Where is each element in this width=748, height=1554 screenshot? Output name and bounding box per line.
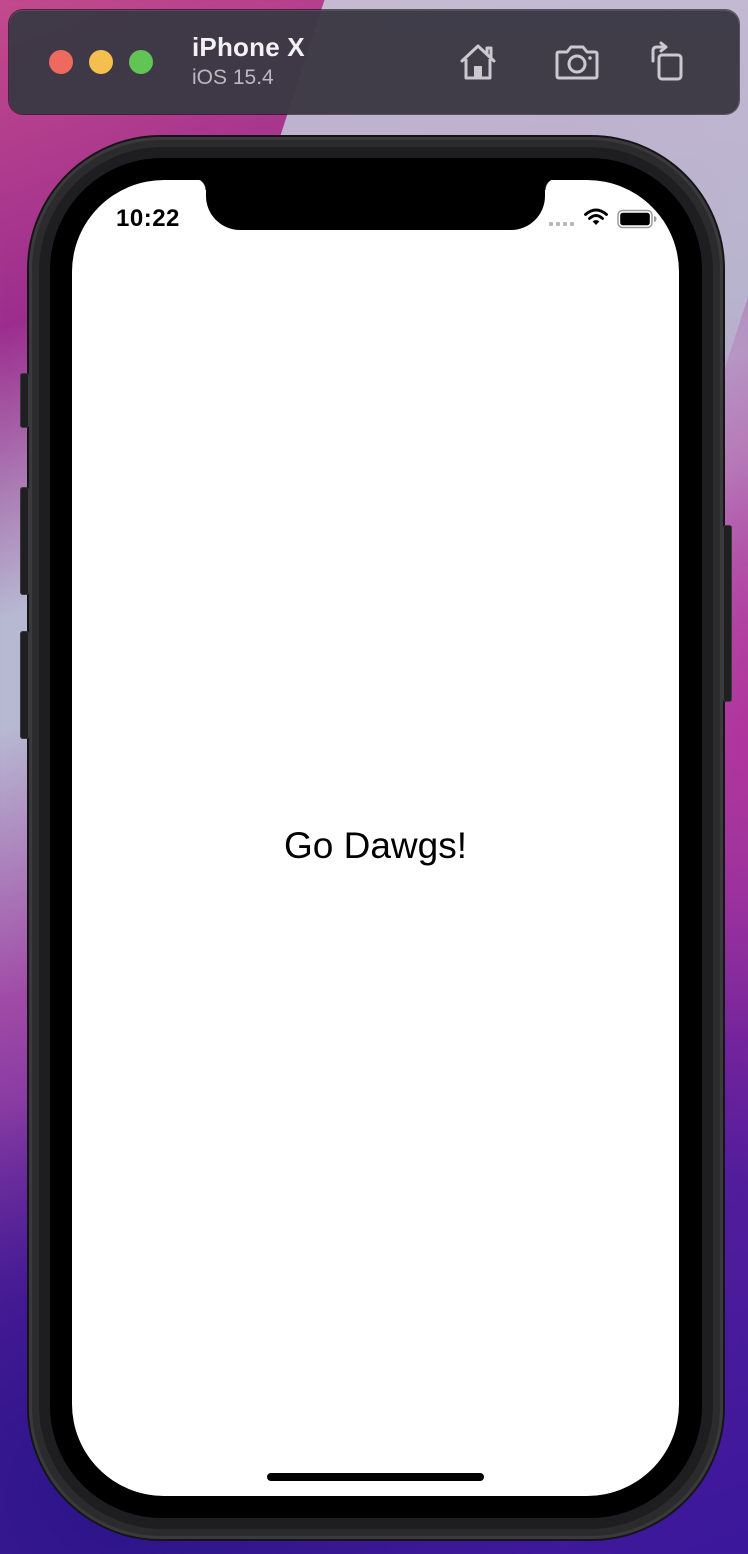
- simulator-titlebar: iPhone X iOS 15.4: [9, 10, 739, 114]
- volume-up-button[interactable]: [20, 487, 29, 595]
- device-name: iPhone X: [192, 32, 305, 62]
- side-power-button[interactable]: [723, 525, 732, 702]
- home-indicator[interactable]: [267, 1473, 484, 1481]
- os-version: iOS 15.4: [192, 66, 274, 89]
- minimize-window-button[interactable]: [89, 50, 113, 74]
- close-window-button[interactable]: [49, 50, 73, 74]
- device-screen: 10:22 Go Dawgs!: [72, 180, 679, 1496]
- home-button[interactable]: [454, 38, 502, 86]
- home-icon: [460, 44, 496, 80]
- wifi-icon: [584, 208, 608, 225]
- zoom-window-button[interactable]: [129, 50, 153, 74]
- cellular-signal-icon: [549, 222, 574, 226]
- silent-switch[interactable]: [20, 373, 29, 428]
- rotate-icon: [651, 41, 683, 81]
- rotate-button[interactable]: [643, 38, 691, 86]
- app-main-label: Go Dawgs!: [283, 825, 467, 866]
- device-notch: [194, 180, 557, 230]
- screenshot-button[interactable]: [553, 38, 601, 86]
- status-bar-time: 10:22: [116, 205, 180, 232]
- volume-down-button[interactable]: [20, 631, 29, 739]
- camera-icon: [555, 45, 599, 80]
- battery-icon: [617, 209, 657, 229]
